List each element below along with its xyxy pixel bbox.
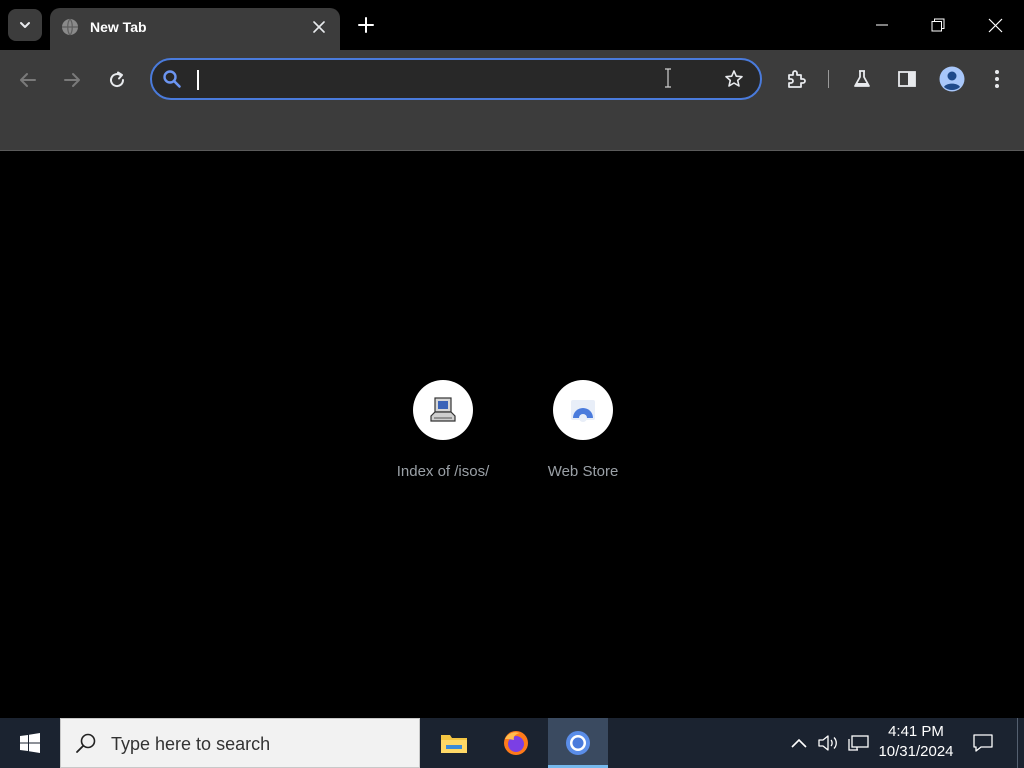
file-explorer-icon [441, 735, 467, 753]
restore-icon [931, 18, 945, 32]
new-tab-button[interactable] [352, 11, 380, 39]
shortcut-icon-circle [413, 380, 473, 440]
shortcut-label: Index of /isos/ [396, 463, 490, 480]
taskbar-firefox[interactable] [486, 718, 546, 768]
web-store-icon [571, 400, 595, 422]
speaker-icon [818, 735, 837, 751]
tab-strip: New Tab [0, 0, 1024, 50]
network-button[interactable] [845, 718, 873, 768]
flask-icon [854, 70, 870, 87]
start-button[interactable] [0, 718, 60, 768]
menu-button[interactable] [981, 63, 1013, 95]
minimize-icon [876, 24, 888, 26]
browser-toolbar [0, 50, 1024, 151]
close-icon [988, 18, 1002, 32]
clock-time: 4:41 PM [888, 723, 944, 740]
tab-title: New Tab [90, 19, 147, 35]
taskbar-clock[interactable]: 4:41 PM 10/31/2024 [870, 718, 962, 768]
reload-button[interactable] [101, 64, 133, 96]
side-panel-button[interactable] [891, 63, 923, 95]
labs-button[interactable] [846, 63, 878, 95]
shortcut-web-store[interactable]: Web Store [523, 380, 643, 490]
network-icon [848, 735, 869, 751]
text-cursor-icon [665, 68, 671, 88]
search-icon [163, 70, 181, 88]
firefox-icon [504, 731, 528, 755]
shortcut-label: Web Store [547, 463, 619, 480]
search-icon [76, 733, 96, 753]
chrome-icon [566, 731, 590, 755]
windows-logo-icon [20, 733, 40, 753]
taskbar-file-explorer[interactable] [424, 718, 484, 768]
avatar-icon [939, 66, 965, 92]
chevron-down-icon [20, 22, 30, 28]
taskbar: Type here to search 4:41 PM 10/31/2024 [0, 718, 1024, 768]
plus-icon [358, 17, 374, 33]
close-icon [313, 21, 325, 33]
toolbar-separator [828, 70, 829, 88]
forward-button[interactable] [56, 64, 88, 96]
extensions-button[interactable] [780, 63, 812, 95]
globe-icon [62, 18, 78, 36]
bookmark-star-button[interactable] [718, 63, 750, 95]
shortcut-icon-circle [553, 380, 613, 440]
show-desktop-button[interactable] [1017, 718, 1024, 768]
chevron-up-icon [791, 738, 807, 748]
back-button[interactable] [12, 64, 44, 96]
volume-button[interactable] [814, 718, 842, 768]
minimize-button[interactable] [853, 0, 911, 50]
notification-icon [973, 734, 993, 752]
taskbar-chrome[interactable] [548, 718, 608, 768]
tab-new-tab[interactable]: New Tab [50, 8, 340, 50]
arrow-left-icon [20, 73, 36, 87]
taskbar-search-box[interactable]: Type here to search [60, 718, 420, 768]
action-center-button[interactable] [968, 718, 998, 768]
puzzle-icon [788, 70, 806, 88]
computer-icon [430, 397, 456, 422]
address-bar[interactable] [150, 58, 762, 100]
restore-button[interactable] [909, 0, 967, 50]
more-vertical-icon [995, 70, 999, 88]
shortcut-index-of-isos[interactable]: Index of /isos/ [383, 380, 503, 490]
reload-icon [110, 71, 125, 88]
side-panel-icon [898, 71, 916, 87]
clock-date: 10/31/2024 [878, 743, 954, 760]
arrow-right-icon [64, 73, 80, 87]
tab-close-button[interactable] [308, 16, 330, 38]
show-hidden-icons-button[interactable] [786, 718, 812, 768]
star-icon [725, 70, 743, 87]
text-caret [197, 70, 199, 90]
tab-search-button[interactable] [8, 9, 42, 41]
close-window-button[interactable] [966, 0, 1024, 50]
profile-button[interactable] [936, 63, 968, 95]
search-placeholder: Type here to search [111, 734, 271, 754]
